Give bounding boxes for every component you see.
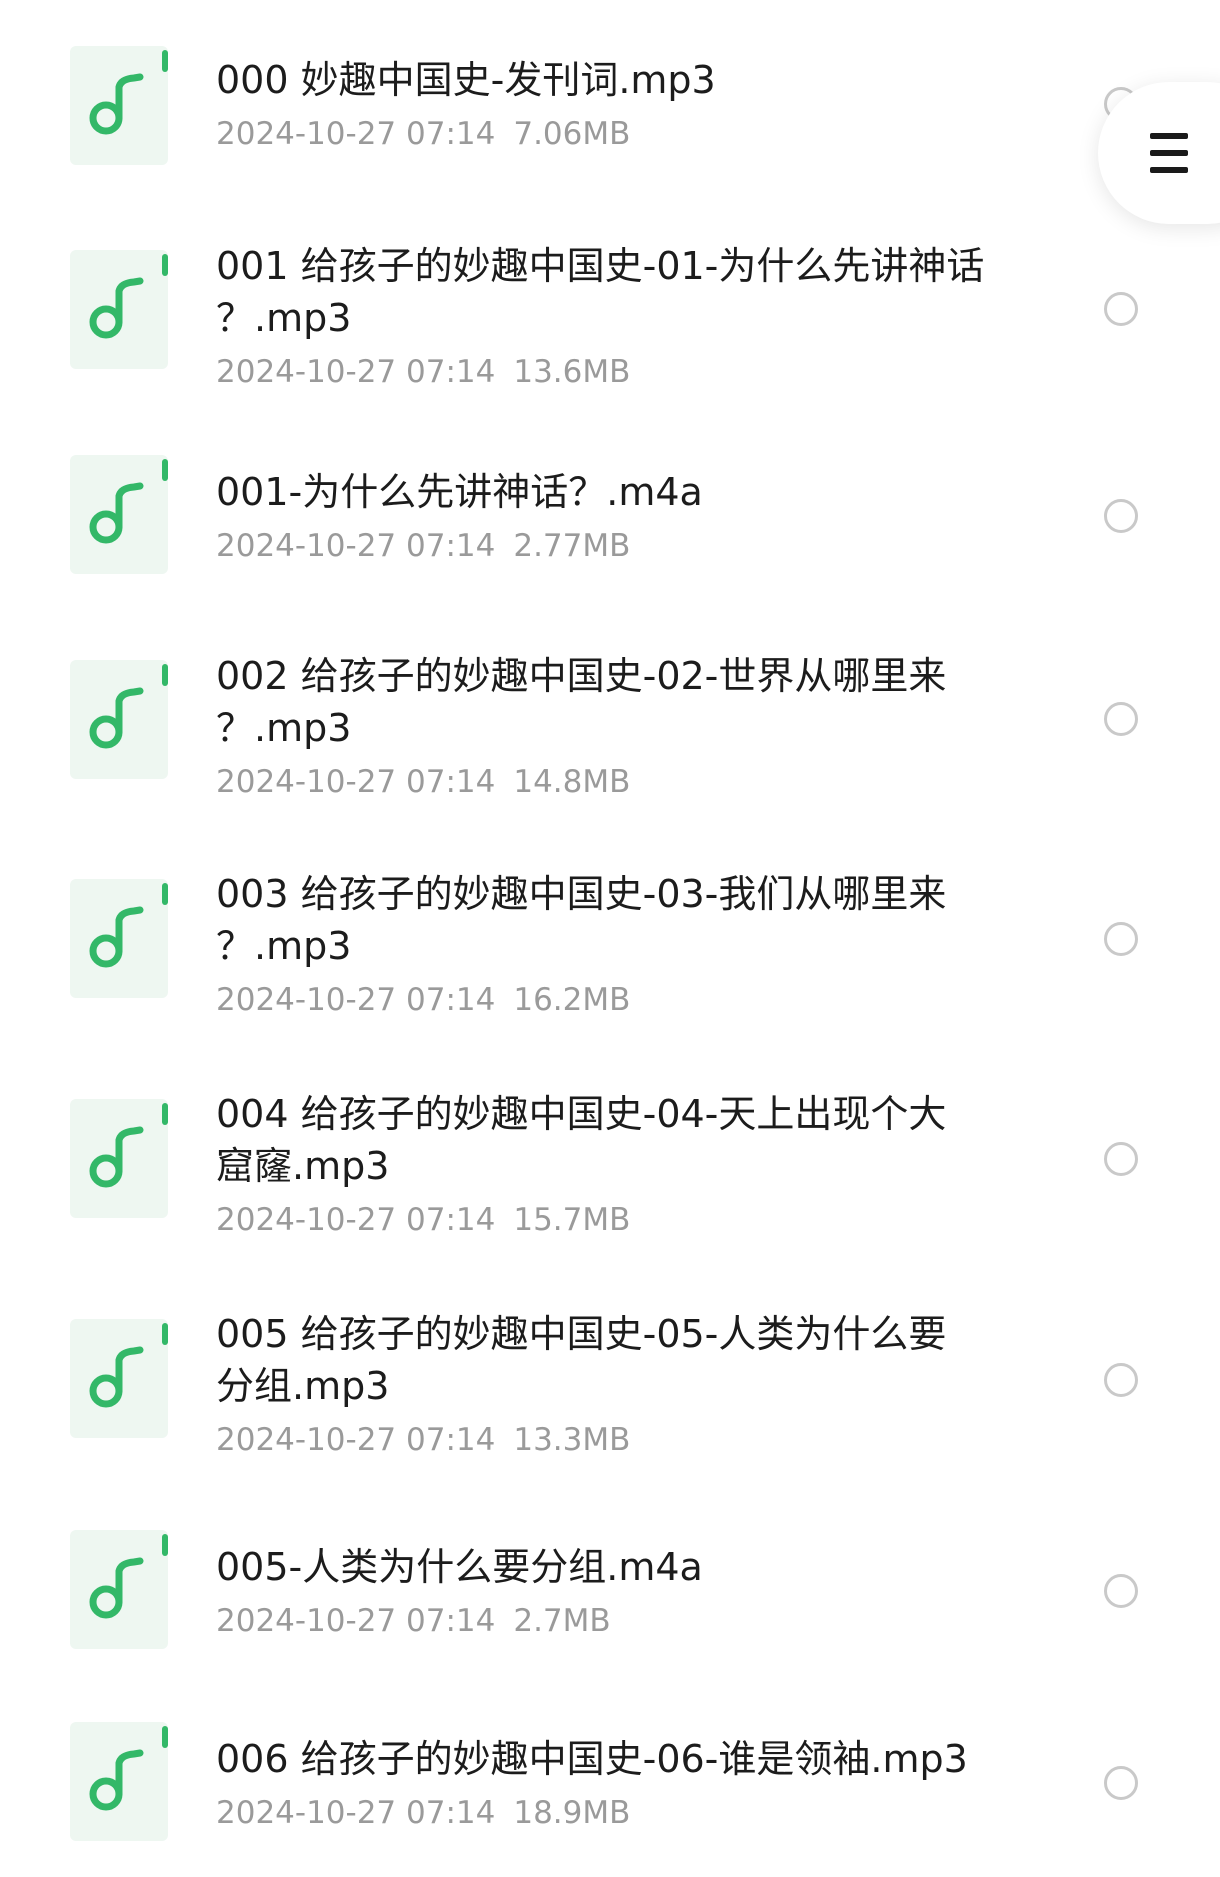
file-text: 006 给孩子的妙趣中国史-06-谁是领袖.mp3 2024-10-27 07:… <box>216 1733 1016 1835</box>
file-date: 2024-10-27 07:14 <box>216 1422 496 1458</box>
file-meta: 2024-10-27 07:14 18.9MB <box>216 1791 1016 1835</box>
file-meta: 2024-10-27 07:14 16.2MB <box>216 978 1016 1022</box>
music-note-icon <box>70 1099 168 1218</box>
file-row[interactable]: 002 给孩子的妙趣中国史-02-世界从哪里来 ？.mp3 2024-10-27… <box>0 610 1220 830</box>
file-list: 000 妙趣中国史-发刊词.mp3 2024-10-27 07:14 7.06MB… <box>0 0 1220 1877</box>
file-text: 001 给孩子的妙趣中国史-01-为什么先讲神话 ？.mp3 2024-10-2… <box>216 240 1016 394</box>
file-meta: 2024-10-27 07:14 13.6MB <box>216 350 1016 394</box>
file-text: 000 妙趣中国史-发刊词.mp3 2024-10-27 07:14 7.06MB <box>216 54 1016 156</box>
hamburger-menu-icon <box>1150 133 1188 173</box>
music-note-icon <box>70 1722 168 1841</box>
file-date: 2024-10-27 07:14 <box>216 1202 496 1238</box>
file-row[interactable]: 001-为什么先讲神话？.m4a 2024-10-27 07:14 2.77MB <box>0 410 1220 610</box>
music-note-icon <box>70 879 168 998</box>
music-note-icon <box>70 1319 168 1438</box>
radio-circle-icon[interactable] <box>1104 702 1138 736</box>
file-row[interactable]: 001 给孩子的妙趣中国史-01-为什么先讲神话 ？.mp3 2024-10-2… <box>0 200 1220 410</box>
file-meta: 2024-10-27 07:14 2.7MB <box>216 1599 1016 1643</box>
file-meta: 2024-10-27 07:14 15.7MB <box>216 1198 1016 1242</box>
file-name-line: ？.mp3 <box>216 924 352 968</box>
file-name-line: 004 给孩子的妙趣中国史-04-天上出现个大 <box>216 1092 947 1136</box>
music-note-icon <box>70 660 168 779</box>
file-meta: 2024-10-27 07:14 2.77MB <box>216 524 1016 568</box>
file-size: 16.2MB <box>513 982 631 1018</box>
radio-circle-icon[interactable] <box>1104 1766 1138 1800</box>
file-name-line: 001 给孩子的妙趣中国史-01-为什么先讲神话 <box>216 244 985 288</box>
radio-circle-icon[interactable] <box>1104 1142 1138 1176</box>
file-name-line: 000 妙趣中国史-发刊词.mp3 <box>216 58 716 102</box>
file-name-line: 001-为什么先讲神话？.m4a <box>216 470 703 514</box>
file-size: 2.7MB <box>513 1603 611 1639</box>
file-name-line: 005 给孩子的妙趣中国史-05-人类为什么要 <box>216 1312 947 1356</box>
file-row[interactable]: 003 给孩子的妙趣中国史-03-我们从哪里来 ？.mp3 2024-10-27… <box>0 830 1220 1050</box>
file-row[interactable]: 004 给孩子的妙趣中国史-04-天上出现个大 窟窿.mp3 2024-10-2… <box>0 1050 1220 1270</box>
file-meta: 2024-10-27 07:14 13.3MB <box>216 1418 1016 1462</box>
music-note-icon <box>70 250 168 369</box>
file-size: 2.77MB <box>513 528 631 564</box>
file-text: 004 给孩子的妙趣中国史-04-天上出现个大 窟窿.mp3 2024-10-2… <box>216 1088 1016 1242</box>
file-size: 14.8MB <box>513 764 631 800</box>
file-row[interactable]: 006 给孩子的妙趣中国史-06-谁是领袖.mp3 2024-10-27 07:… <box>0 1690 1220 1877</box>
file-text: 005-人类为什么要分组.m4a 2024-10-27 07:14 2.7MB <box>216 1541 1016 1643</box>
file-date: 2024-10-27 07:14 <box>216 982 496 1018</box>
file-name-line: 分组.mp3 <box>216 1364 390 1408</box>
file-size: 18.9MB <box>513 1795 631 1831</box>
file-name-line: 005-人类为什么要分组.m4a <box>216 1545 703 1589</box>
file-size: 7.06MB <box>513 116 631 152</box>
radio-circle-icon[interactable] <box>1104 1574 1138 1608</box>
file-row[interactable]: 000 妙趣中国史-发刊词.mp3 2024-10-27 07:14 7.06MB <box>0 0 1220 200</box>
music-note-icon <box>70 1530 168 1649</box>
file-name-line: 003 给孩子的妙趣中国史-03-我们从哪里来 <box>216 872 947 916</box>
music-note-icon <box>70 455 168 574</box>
music-note-icon <box>70 46 168 165</box>
file-date: 2024-10-27 07:14 <box>216 764 496 800</box>
radio-circle-icon[interactable] <box>1104 499 1138 533</box>
radio-circle-icon[interactable] <box>1104 1363 1138 1397</box>
file-size: 15.7MB <box>513 1202 631 1238</box>
file-row[interactable]: 005-人类为什么要分组.m4a 2024-10-27 07:14 2.7MB <box>0 1490 1220 1690</box>
radio-circle-icon[interactable] <box>1104 292 1138 326</box>
file-size: 13.3MB <box>513 1422 631 1458</box>
file-date: 2024-10-27 07:14 <box>216 1603 496 1639</box>
file-name-line: 窟窿.mp3 <box>216 1144 390 1188</box>
file-text: 005 给孩子的妙趣中国史-05-人类为什么要 分组.mp3 2024-10-2… <box>216 1308 1016 1462</box>
file-meta: 2024-10-27 07:14 7.06MB <box>216 112 1016 156</box>
file-size: 13.6MB <box>513 354 631 390</box>
file-text: 002 给孩子的妙趣中国史-02-世界从哪里来 ？.mp3 2024-10-27… <box>216 650 1016 804</box>
file-name-line: ？.mp3 <box>216 296 352 340</box>
radio-circle-icon[interactable] <box>1104 922 1138 956</box>
file-date: 2024-10-27 07:14 <box>216 1795 496 1831</box>
file-name-line: 002 给孩子的妙趣中国史-02-世界从哪里来 <box>216 654 947 698</box>
file-text: 003 给孩子的妙趣中国史-03-我们从哪里来 ？.mp3 2024-10-27… <box>216 868 1016 1022</box>
file-date: 2024-10-27 07:14 <box>216 528 496 564</box>
file-name-line: ？.mp3 <box>216 706 352 750</box>
file-meta: 2024-10-27 07:14 14.8MB <box>216 760 1016 804</box>
file-text: 001-为什么先讲神话？.m4a 2024-10-27 07:14 2.77MB <box>216 466 1016 568</box>
file-row[interactable]: 005 给孩子的妙趣中国史-05-人类为什么要 分组.mp3 2024-10-2… <box>0 1270 1220 1490</box>
file-date: 2024-10-27 07:14 <box>216 116 496 152</box>
file-name-line: 006 给孩子的妙趣中国史-06-谁是领袖.mp3 <box>216 1737 968 1781</box>
file-date: 2024-10-27 07:14 <box>216 354 496 390</box>
